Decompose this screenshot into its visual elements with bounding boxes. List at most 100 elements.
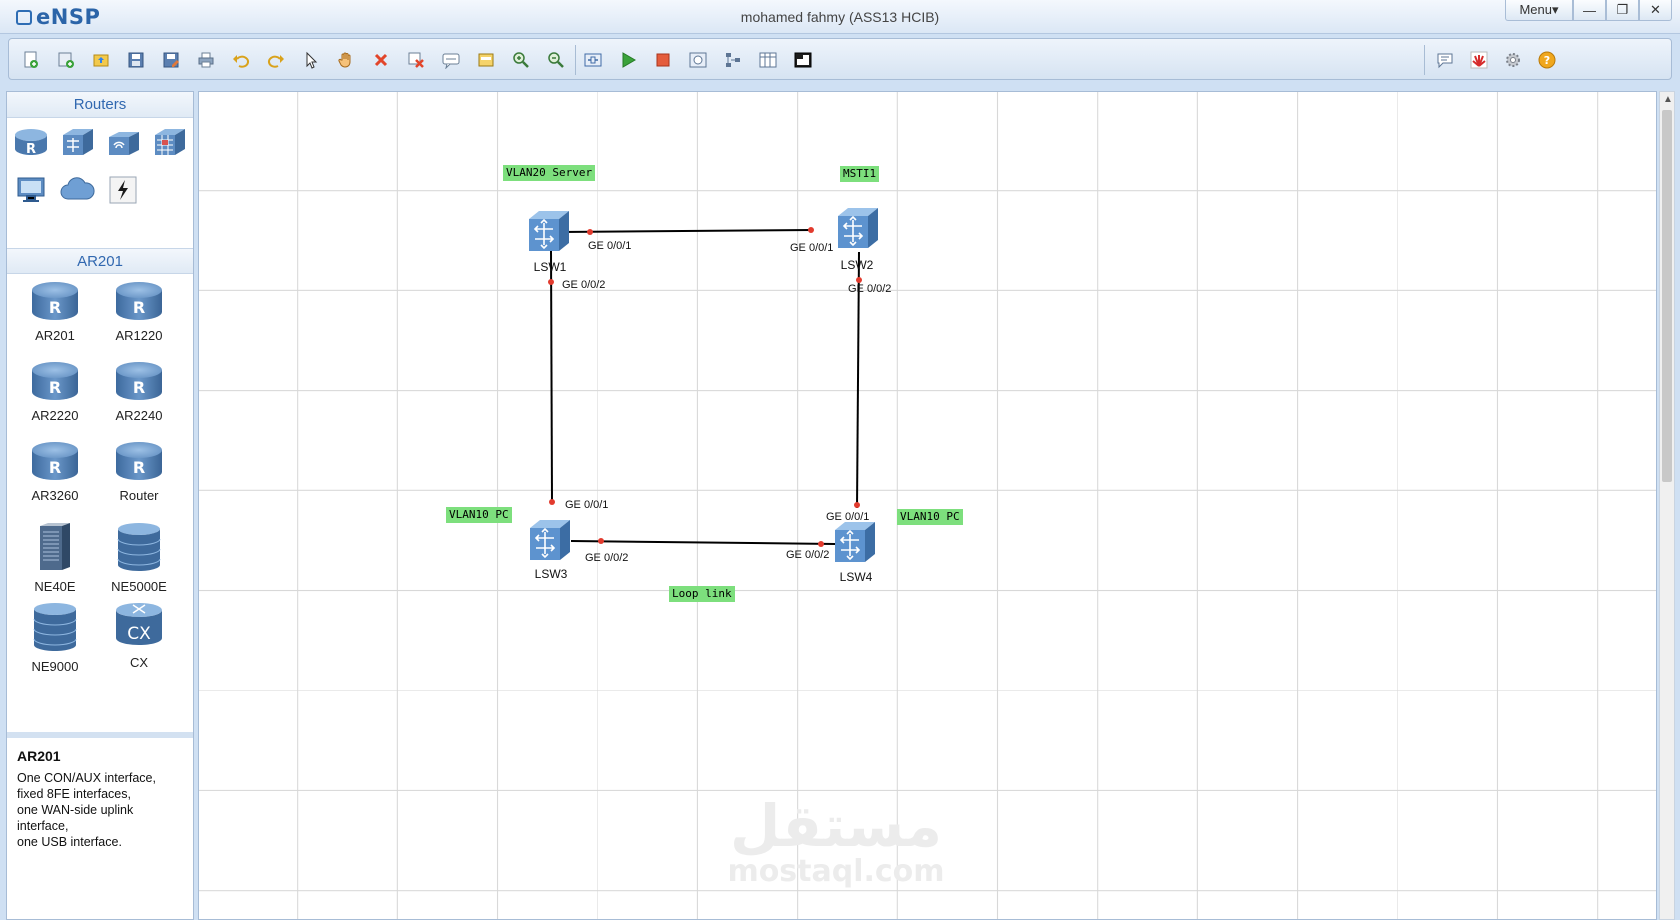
fit-icon — [584, 51, 602, 69]
port-label: GE 0/0/1 — [826, 511, 870, 523]
new-topology-icon — [22, 51, 40, 69]
note-vlan10-pc-left[interactable]: VLAN10 PC — [446, 507, 512, 523]
svg-text:R: R — [26, 142, 36, 157]
device-item[interactable]: CX CX — [99, 602, 179, 670]
grid-button[interactable] — [754, 46, 782, 74]
device-label: AR3260 — [31, 488, 79, 503]
topology-canvas[interactable]: LSW1 LSW2 LSW3 LSW4 GE 0/0/1 GE 0/0/1 GE… — [198, 91, 1657, 920]
device-item[interactable]: R AR1220 — [99, 282, 179, 343]
device-item[interactable]: R AR3260 — [15, 442, 95, 503]
close-button[interactable]: ✕ — [1639, 0, 1672, 21]
note-loop-link[interactable]: Loop link — [669, 586, 735, 602]
menu-button[interactable]: Menu▾ — [1505, 0, 1573, 21]
open-button[interactable] — [87, 46, 115, 74]
other-device-category-button[interactable] — [105, 172, 141, 208]
note-vlan20-server[interactable]: VLAN20 Server — [503, 165, 596, 181]
note-vlan10-pc-right[interactable]: VLAN10 PC — [897, 509, 963, 525]
switch-lsw4[interactable] — [833, 520, 877, 564]
device-item[interactable]: R AR2220 — [15, 362, 95, 423]
device-label: AR2220 — [31, 408, 79, 423]
cloud-category-button[interactable] — [59, 172, 95, 208]
redo-icon — [267, 51, 285, 69]
device-item[interactable]: NE40E — [15, 522, 95, 594]
wireless-category-button[interactable] — [105, 124, 141, 160]
description-line: one USB interface. — [17, 835, 122, 849]
window-title: mohamed fahmy (ASS13 HCIB) — [740, 9, 940, 25]
select-button[interactable] — [297, 46, 325, 74]
port-dot — [598, 538, 604, 544]
delete-button[interactable] — [367, 46, 395, 74]
save-as-icon — [162, 51, 180, 69]
help-button[interactable]: ? — [1533, 46, 1561, 74]
add-text-icon — [442, 51, 460, 69]
zoom-out-button[interactable] — [542, 46, 570, 74]
link-lsw1-lsw3[interactable] — [550, 249, 553, 503]
start-device-button[interactable] — [614, 46, 642, 74]
scroll-thumb[interactable] — [1662, 110, 1672, 482]
palette-icon — [477, 51, 495, 69]
description-line: fixed 8FE interfaces, — [17, 787, 131, 801]
new-topology-button[interactable] — [17, 46, 45, 74]
cloud-category-icon — [60, 177, 95, 200]
description-line: interface, — [17, 819, 69, 833]
switch-lsw2[interactable] — [836, 206, 880, 250]
router-category-button[interactable]: R — [13, 124, 49, 160]
router-icon: R — [116, 442, 162, 486]
pc-category-button[interactable] — [13, 172, 49, 208]
svg-text:?: ? — [1544, 54, 1550, 67]
zoom-out-icon — [547, 51, 565, 69]
pan-button[interactable] — [332, 46, 360, 74]
firewall-category-button[interactable] — [151, 124, 187, 160]
minimize-button[interactable]: — — [1573, 0, 1606, 21]
huawei-button[interactable] — [1465, 46, 1493, 74]
device-item[interactable]: R Router — [99, 442, 179, 503]
zoom-in-button[interactable] — [507, 46, 535, 74]
port-label: GE 0/0/1 — [790, 242, 834, 254]
save-as-button[interactable] — [157, 46, 185, 74]
device-panel: Routers R AR201 R AR201 R AR1220 R AR2220 R AR2… — [6, 91, 194, 920]
link-lsw1-lsw2[interactable] — [560, 229, 814, 233]
switch-lsw3[interactable] — [528, 518, 572, 562]
save-button[interactable] — [122, 46, 150, 74]
restore-button[interactable]: ❐ — [1606, 0, 1639, 21]
new-device-button[interactable] — [52, 46, 80, 74]
console-button[interactable] — [789, 46, 817, 74]
port-label: GE 0/0/2 — [585, 552, 629, 564]
fit-button[interactable] — [579, 46, 607, 74]
print-button[interactable] — [192, 46, 220, 74]
switch-category-button[interactable] — [59, 124, 95, 160]
pan-hand-icon — [337, 51, 355, 69]
add-text-button[interactable] — [437, 46, 465, 74]
stop-device-button[interactable] — [649, 46, 677, 74]
device-item[interactable]: R AR2240 — [99, 362, 179, 423]
wireless-category-icon — [109, 132, 139, 155]
device-item[interactable]: NE5000E — [99, 522, 179, 594]
palette-button[interactable] — [472, 46, 500, 74]
device-item[interactable]: NE9000 — [15, 602, 95, 674]
port-label: GE 0/0/2 — [786, 549, 830, 561]
scroll-up-icon[interactable]: ▲ — [1663, 94, 1673, 105]
port-dot — [808, 227, 814, 233]
device-item[interactable]: R AR201 — [15, 282, 95, 343]
message-button[interactable] — [1431, 46, 1459, 74]
switch-icon — [838, 208, 878, 248]
router-icon: R — [32, 442, 78, 486]
delete-link-button[interactable] — [402, 46, 430, 74]
switch-label: LSW1 — [533, 260, 567, 274]
topology-button[interactable] — [719, 46, 747, 74]
capture-icon — [689, 51, 707, 69]
redo-button[interactable] — [262, 46, 290, 74]
device-label: AR1220 — [115, 328, 163, 343]
router-category-icon: R — [15, 129, 47, 157]
router-icon: R — [32, 282, 78, 326]
undo-button[interactable] — [227, 46, 255, 74]
switch-lsw1[interactable] — [527, 209, 571, 253]
delete-link-icon — [407, 51, 425, 69]
link-lsw3-lsw4[interactable] — [570, 540, 836, 545]
switch-label: LSW3 — [534, 567, 568, 581]
capture-button[interactable] — [684, 46, 712, 74]
canvas-vertical-scrollbar[interactable]: ▲ — [1659, 91, 1675, 920]
select-icon — [302, 51, 320, 69]
settings-button[interactable] — [1499, 46, 1527, 74]
note-msti1[interactable]: MSTI1 — [840, 166, 880, 182]
